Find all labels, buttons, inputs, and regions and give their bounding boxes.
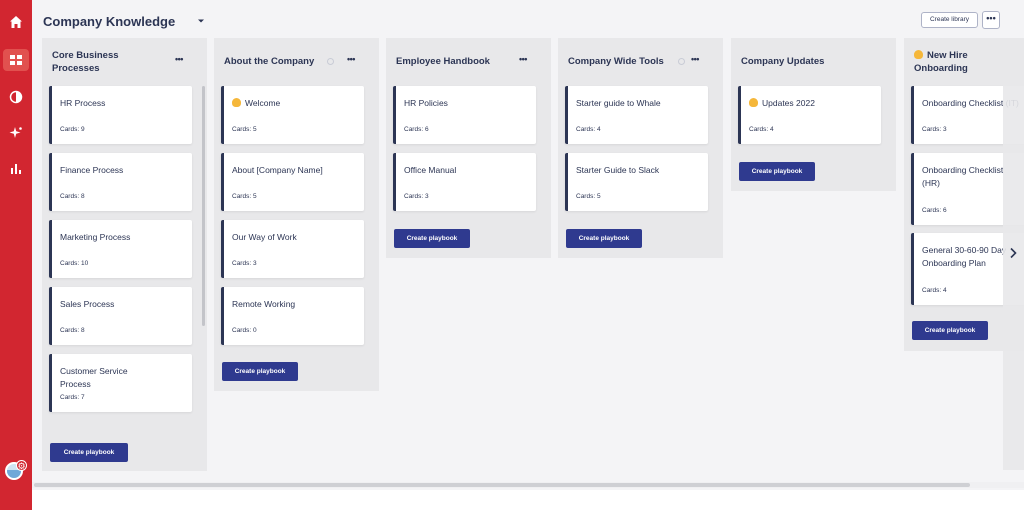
card-count: Cards: 7	[60, 394, 85, 401]
column-more-button[interactable]: •••	[519, 54, 527, 64]
sparkle-icon[interactable]	[3, 122, 29, 144]
card-title-text: Updates 2022	[762, 98, 815, 108]
card-count: Cards: 0	[232, 327, 257, 334]
playbook-card[interactable]: Our Way of Work Cards: 3	[221, 220, 364, 278]
column-scrollbar[interactable]	[202, 86, 205, 326]
waving-hand-icon	[232, 98, 241, 107]
card-count: Cards: 10	[60, 260, 89, 267]
create-playbook-button[interactable]: Create playbook	[912, 321, 988, 340]
more-options-button[interactable]: •••	[982, 11, 1000, 29]
card-count: Cards: 6	[922, 207, 947, 214]
card-title: About [Company Name]	[232, 165, 323, 175]
card-count: Cards: 8	[60, 327, 85, 334]
halfmoon-icon[interactable]	[3, 86, 29, 108]
card-title: HR Process	[60, 98, 106, 108]
playbook-card[interactable]: Updates 2022 Cards: 4	[738, 86, 881, 144]
waving-hand-icon	[749, 98, 758, 107]
card-count: Cards: 4	[922, 287, 947, 294]
chevron-right-icon	[1010, 247, 1017, 259]
column-title: Company Wide Tools	[568, 56, 664, 67]
card-title: Customer Service Process	[60, 366, 128, 389]
card-count: Cards: 3	[232, 260, 257, 267]
dashboard-icon[interactable]	[3, 49, 29, 71]
card-count: Cards: 8	[60, 193, 85, 200]
card-title: Sales Process	[60, 299, 115, 309]
library-column-about-the-company: About the Company ••• Welcome Cards: 5 A…	[214, 38, 379, 391]
column-more-button[interactable]: •••	[175, 54, 183, 64]
playbook-card[interactable]: Remote Working Cards: 0	[221, 287, 364, 345]
scroll-right-button[interactable]	[1003, 38, 1024, 470]
card-count: Cards: 3	[404, 193, 429, 200]
playbook-card[interactable]: Starter Guide to Slack Cards: 5	[565, 153, 708, 211]
column-title: Core Business Processes	[52, 50, 119, 74]
playbook-card[interactable]: About [Company Name] Cards: 5	[221, 153, 364, 211]
info-icon[interactable]	[678, 58, 685, 65]
card-title: Marketing Process	[60, 232, 131, 242]
create-playbook-button[interactable]: Create playbook	[50, 443, 128, 462]
analytics-icon[interactable]	[3, 158, 29, 180]
card-count: Cards: 5	[232, 126, 257, 133]
create-playbook-button[interactable]: Create playbook	[394, 229, 470, 248]
column-title: Employee Handbook	[396, 56, 490, 67]
library-column-company-wide-tools: Company Wide Tools ••• Starter guide to …	[558, 38, 723, 258]
card-title: Remote Working	[232, 299, 296, 309]
waving-hand-icon	[914, 50, 923, 59]
card-title: Our Way of Work	[232, 232, 297, 242]
library-column-employee-handbook: Employee Handbook ••• HR Policies Cards:…	[386, 38, 551, 258]
playbook-card[interactable]: Marketing Process Cards: 10	[49, 220, 192, 278]
playbook-card[interactable]: Starter guide to Whale Cards: 4	[565, 86, 708, 144]
card-count: Cards: 5	[576, 193, 601, 200]
playbook-card[interactable]: Finance Process Cards: 8	[49, 153, 192, 211]
card-title: Finance Process	[60, 165, 124, 175]
card-title: Welcome	[232, 97, 360, 110]
horizontal-scrollbar-thumb[interactable]	[34, 483, 970, 487]
card-count: Cards: 9	[60, 126, 85, 133]
home-icon[interactable]	[3, 11, 29, 33]
column-title: About the Company	[224, 56, 315, 67]
playbook-card[interactable]: Sales Process Cards: 8	[49, 287, 192, 345]
library-column-core-business-processes: Core Business Processes ••• HR Process C…	[42, 38, 207, 471]
header: Company Knowledge Create library •••	[32, 0, 1024, 38]
card-title: Starter Guide to Slack	[576, 165, 660, 175]
card-title: Updates 2022	[749, 97, 877, 110]
chevron-down-icon[interactable]	[196, 16, 206, 26]
library-column-company-updates: Company Updates Updates 2022 Cards: 4 Cr…	[731, 38, 896, 191]
card-count: Cards: 3	[922, 126, 947, 133]
playbook-card[interactable]: Office Manual Cards: 3	[393, 153, 536, 211]
create-playbook-button[interactable]: Create playbook	[222, 362, 298, 381]
card-count: Cards: 5	[232, 193, 257, 200]
card-title: Starter guide to Whale	[576, 98, 661, 108]
playbook-card[interactable]: Welcome Cards: 5	[221, 86, 364, 144]
card-title: Office Manual	[404, 165, 457, 175]
settings-gear-icon[interactable]: ⚙	[16, 460, 27, 471]
create-library-button[interactable]: Create library	[921, 12, 978, 28]
card-count: Cards: 4	[576, 126, 601, 133]
card-title: HR Policies	[404, 98, 448, 108]
sidebar: ⚙	[0, 0, 32, 510]
card-count: Cards: 6	[404, 126, 429, 133]
column-title: New Hire Onboarding	[914, 49, 994, 75]
column-more-button[interactable]: •••	[691, 54, 699, 64]
column-more-button[interactable]: •••	[347, 54, 355, 64]
create-playbook-button[interactable]: Create playbook	[566, 229, 642, 248]
page-title[interactable]: Company Knowledge	[43, 14, 175, 29]
create-playbook-button[interactable]: Create playbook	[739, 162, 815, 181]
card-count: Cards: 4	[749, 126, 774, 133]
info-icon[interactable]	[327, 58, 334, 65]
column-title: Company Updates	[741, 56, 825, 67]
card-title-text: Welcome	[245, 98, 281, 108]
playbook-card[interactable]: HR Policies Cards: 6	[393, 86, 536, 144]
footer-area	[32, 490, 1024, 510]
playbook-card[interactable]: HR Process Cards: 9	[49, 86, 192, 144]
playbook-card[interactable]: Customer Service Process Cards: 7	[49, 354, 192, 412]
